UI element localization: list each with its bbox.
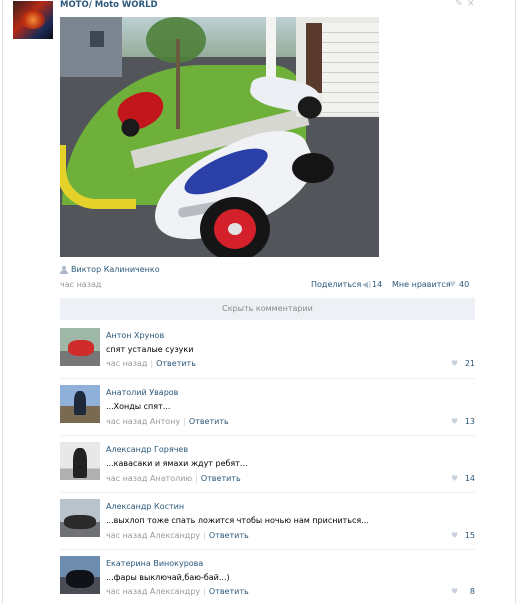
comment-time[interactable]: час назад Антону xyxy=(106,417,180,426)
comment-text: ...Хонды спят... xyxy=(106,402,171,411)
like-count: 40 xyxy=(459,280,470,289)
comment-meta: час назад Александру | Ответить xyxy=(106,531,249,540)
comment-text: ...выхлоп тоже спать ложится чтобы ночью… xyxy=(106,516,369,525)
avatar[interactable] xyxy=(60,556,100,594)
reply-button[interactable]: Ответить xyxy=(209,587,249,596)
close-icon[interactable]: ✕ xyxy=(467,0,475,9)
comment-text: ...кавасаки и ямахи ждут ребят... xyxy=(106,459,248,468)
comment-time[interactable]: час назад xyxy=(106,359,147,368)
comment-item: Анатолий Уваров ...Хонды спят... час наз… xyxy=(60,378,475,430)
comment-item: Екатерина Винокурова ...фары выключай,ба… xyxy=(60,549,475,601)
reply-button[interactable]: Ответить xyxy=(201,474,241,483)
comment-author[interactable]: Александр Костин xyxy=(106,502,184,511)
comment-author[interactable]: Александр Горячев xyxy=(106,445,188,454)
group-avatar[interactable] xyxy=(13,1,53,39)
avatar[interactable] xyxy=(60,499,100,537)
megaphone-icon[interactable]: ◀) xyxy=(362,280,371,289)
comment-likes: 8 xyxy=(469,587,475,596)
comment-author[interactable]: Екатерина Винокурова xyxy=(106,559,203,568)
comment-likes: 21 xyxy=(464,359,475,368)
author-name[interactable]: Виктор Калиниченко xyxy=(71,265,160,274)
comment-likes: 13 xyxy=(464,417,475,426)
share-button[interactable]: Поделиться xyxy=(311,280,361,289)
comment-meta: час назад Анатолию | Ответить xyxy=(106,474,241,483)
comment-item: Александр Горячев ...кавасаки и ямахи жд… xyxy=(60,435,475,487)
comment-meta: час назад | Ответить xyxy=(106,359,196,368)
comment-time[interactable]: час назад Анатолию xyxy=(106,474,192,483)
pencil-icon[interactable]: ✎ xyxy=(455,0,463,9)
reply-button[interactable]: Ответить xyxy=(189,417,229,426)
comment-likes: 14 xyxy=(464,474,475,483)
reply-button[interactable]: Ответить xyxy=(209,531,249,540)
avatar[interactable] xyxy=(60,385,100,423)
comment-meta: час назад Александру | Ответить xyxy=(106,587,249,596)
hide-comments-button[interactable]: Скрыть комментарии xyxy=(60,298,475,320)
comment-author[interactable]: Анатолий Уваров xyxy=(106,388,178,397)
comment-likes: 15 xyxy=(464,531,475,540)
heart-icon[interactable]: ♥ xyxy=(451,417,458,426)
like-button[interactable]: Мне нравится xyxy=(392,280,451,289)
heart-icon[interactable]: ♥ xyxy=(451,359,458,368)
heart-icon[interactable]: ♥ xyxy=(449,280,456,289)
group-title[interactable]: МОТО/ Moto WORLD xyxy=(60,0,158,10)
user-icon xyxy=(60,266,68,274)
post-time[interactable]: час назад xyxy=(60,280,101,289)
comment-author[interactable]: Антон Хрунов xyxy=(106,331,164,340)
heart-icon[interactable]: ♥ xyxy=(451,531,458,540)
post-photo[interactable] xyxy=(60,17,379,257)
avatar[interactable] xyxy=(60,442,100,480)
comment-item: Антон Хрунов спят усталые сузуки час наз… xyxy=(60,322,475,374)
comment-item: Александр Костин ...выхлоп тоже спать ло… xyxy=(60,492,475,544)
heart-icon[interactable]: ♥ xyxy=(451,474,458,483)
comment-time[interactable]: час назад Александру xyxy=(106,531,200,540)
comment-text: спят усталые сузуки xyxy=(106,345,194,354)
reply-button[interactable]: Ответить xyxy=(156,359,196,368)
comment-meta: час назад Антону | Ответить xyxy=(106,417,229,426)
share-count: 14 xyxy=(372,280,383,289)
comment-time[interactable]: час назад Александру xyxy=(106,587,200,596)
comment-text: ...фары выключай,баю-бай...) xyxy=(106,573,230,582)
heart-icon[interactable]: ♥ xyxy=(451,587,458,596)
avatar[interactable] xyxy=(60,328,100,366)
post-card: МОТО/ Moto WORLD ✎ ✕ Виктор Калиниченко … xyxy=(2,0,516,604)
